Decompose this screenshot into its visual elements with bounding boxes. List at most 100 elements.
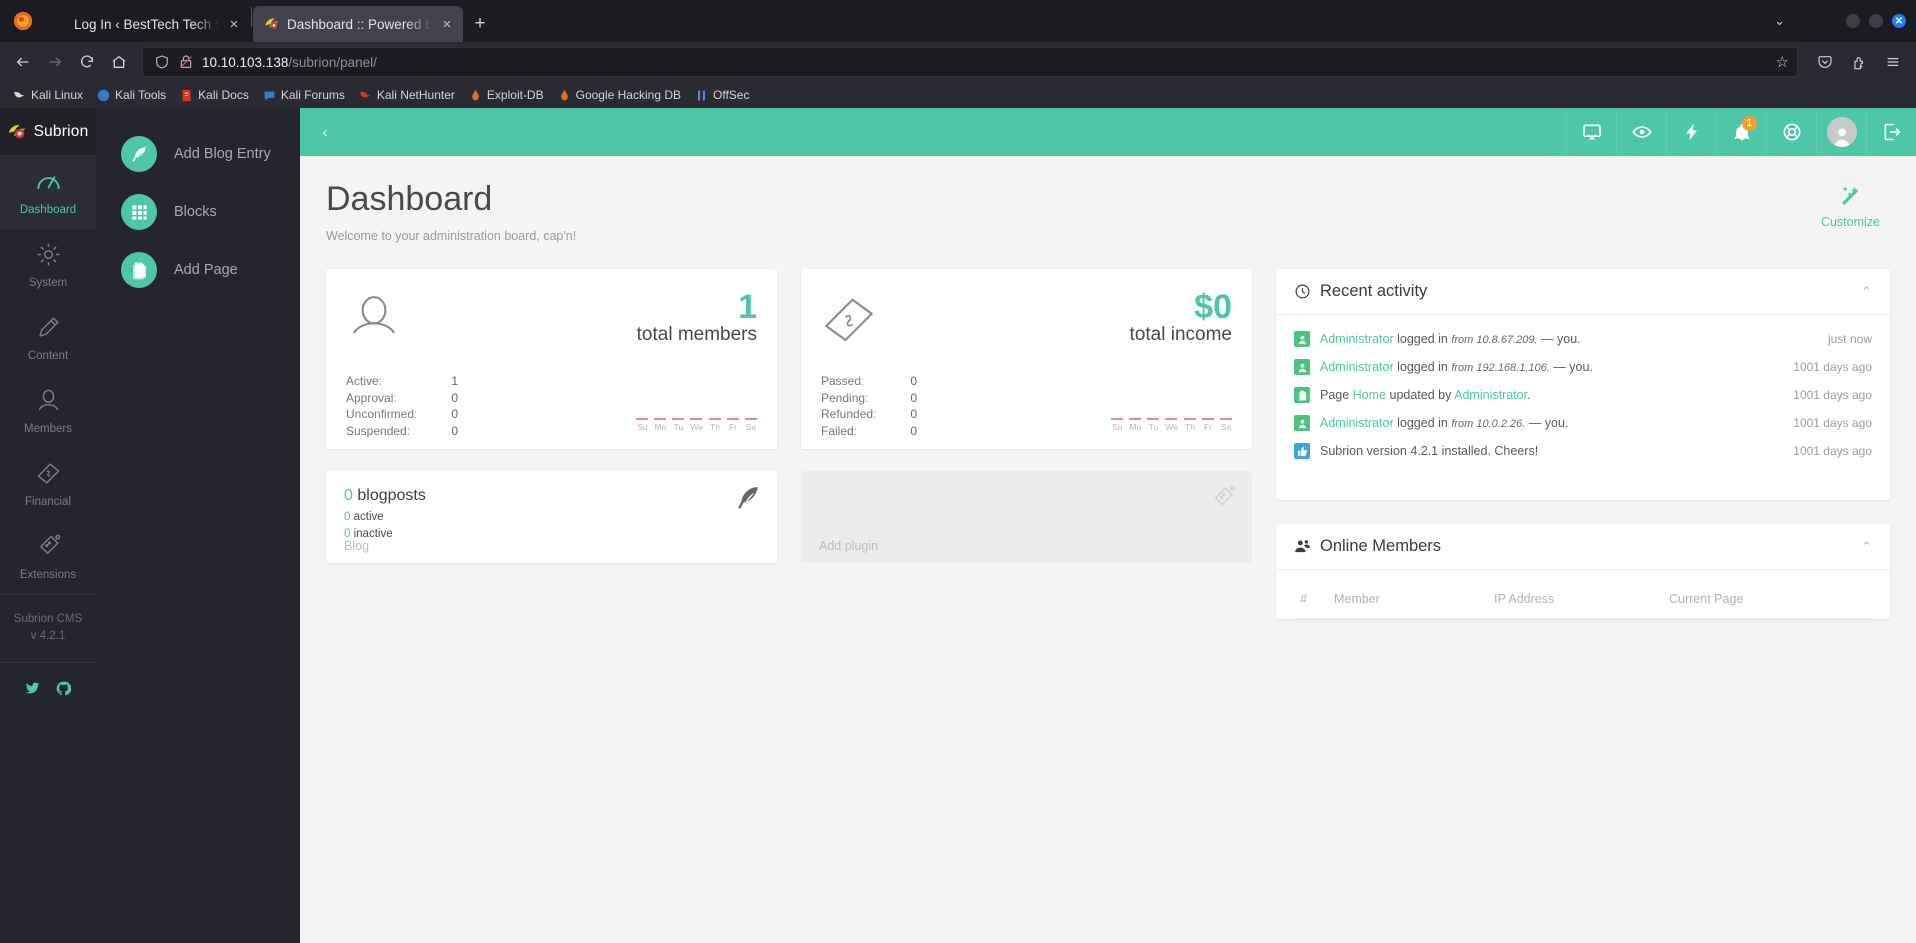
activity-actor[interactable]: Administrator — [1320, 416, 1394, 430]
reload-button[interactable] — [72, 47, 102, 77]
monitor-icon[interactable] — [1566, 108, 1616, 156]
version-name: Subrion CMS — [13, 613, 83, 625]
quick-action-add-page[interactable]: Add Page — [96, 241, 300, 299]
sidebar-item-system[interactable]: System — [0, 229, 96, 302]
bookmark-kali-docs[interactable]: Kali Docs — [173, 86, 256, 104]
browser-tab-1[interactable]: Log In ‹ BestTech Tech Suppo × — [40, 6, 250, 42]
page-header-titles: Dashboard Welcome to your administration… — [326, 180, 1821, 243]
members-stat-key: Suspended — [346, 423, 407, 438]
customize-button[interactable]: Customize — [1821, 180, 1890, 229]
sidebar-item-members[interactable]: Members — [0, 375, 96, 448]
user-outline-icon — [346, 291, 402, 352]
table-row: Failed: 0 — [821, 424, 917, 441]
sidebar-item-financial[interactable]: Financial — [0, 448, 96, 521]
avatar[interactable] — [1816, 108, 1866, 156]
table-row: Unconfirmed: 0 — [346, 407, 458, 424]
window-close-button[interactable]: ✕ — [1892, 14, 1906, 28]
users-icon — [1294, 538, 1311, 555]
spark-day: Su — [636, 418, 649, 432]
bookmark-google-hacking-db[interactable]: Google Hacking DB — [551, 86, 688, 104]
bookmark-kali-forums[interactable]: Kali Forums — [256, 86, 352, 104]
window-maximize-button[interactable] — [1869, 14, 1883, 28]
spark-day: Sa — [745, 418, 757, 432]
spark-day: Tu — [1147, 418, 1160, 432]
logout-icon[interactable] — [1866, 108, 1916, 156]
blog-mini-card[interactable]: 0 blogposts 0 active 0 inactive Blog — [326, 471, 777, 564]
chevron-up-icon[interactable]: ⌃ — [1861, 284, 1872, 300]
members-stat-card[interactable]: 1 total members Active: 1 Approval: 0 Unco… — [326, 269, 777, 450]
bookmark-exploit-db[interactable]: Exploit-DB — [462, 86, 551, 104]
spark-day: We — [1165, 418, 1178, 432]
activity-actor[interactable]: Administrator — [1320, 360, 1394, 374]
activity-actor[interactable]: Administrator — [1320, 332, 1394, 346]
address-bar[interactable]: 10.10.103.138/subrion/panel/ ☆ — [142, 47, 1798, 77]
members-stat-value: 0 — [451, 407, 459, 422]
online-members-header: Online Members ⌃ — [1276, 524, 1890, 571]
recent-activity-panel: Recent activity ⌃ Administrator logged i… — [1276, 269, 1890, 501]
income-card-headline: $0 total income — [877, 288, 1232, 346]
income-total: $0 — [1194, 288, 1232, 327]
tab-favicon — [51, 16, 67, 32]
chevron-up-icon[interactable]: ⌃ — [1861, 539, 1872, 555]
page-subtitle: Welcome to your administration board, ca… — [326, 229, 577, 244]
spark-bar — [1165, 418, 1178, 421]
activity-link-page[interactable]: Home — [1353, 388, 1386, 402]
activity-time: 1001 days ago — [1793, 416, 1872, 431]
eye-icon[interactable] — [1616, 108, 1666, 156]
activity-detail: from 10.8.67.209. — [1451, 334, 1538, 347]
browser-tab-2[interactable]: Dashboard :: Powered by S × — [253, 6, 463, 42]
app-menu-button[interactable] — [1878, 47, 1908, 77]
spark-bar — [654, 418, 667, 421]
activity-link-actor[interactable]: Administrator — [1454, 388, 1527, 402]
stat-cards-row: 1 total members Active: 1 Approval: 0 Unco… — [326, 269, 1252, 450]
spark-day: Sa — [1220, 418, 1232, 432]
bookmark-kali-tools[interactable]: Kali Tools — [90, 86, 173, 104]
lock-broken-icon[interactable] — [178, 54, 194, 70]
sidebar-collapse-button[interactable]: ‹ — [300, 108, 350, 156]
page-viewport: Subrion Dashboard System Content Members… — [0, 108, 1916, 943]
spark-day: Fr — [1202, 418, 1214, 432]
sidebar-item-content[interactable]: Content — [0, 302, 96, 375]
tab-close-icon[interactable]: × — [439, 17, 455, 32]
bell-icon[interactable]: 1 — [1716, 108, 1766, 156]
new-tab-button[interactable]: + — [463, 6, 497, 42]
pencil-icon — [35, 314, 62, 344]
blog-count: 0 — [344, 487, 353, 505]
home-button[interactable] — [104, 47, 134, 77]
back-button[interactable] — [8, 47, 38, 77]
bookmark-label: Kali Docs — [198, 88, 249, 102]
forward-button[interactable] — [40, 47, 70, 77]
page-title: Dashboard — [326, 180, 493, 218]
income-stat-card[interactable]: $0 total income Passed: 0 Pending: 0 Refun… — [801, 269, 1252, 450]
bookmark-star-icon[interactable]: ☆ — [1776, 53, 1789, 71]
column-header-ip: IP Address — [1494, 584, 1669, 620]
github-icon[interactable] — [56, 681, 72, 701]
quick-action-add-blog-entry[interactable]: Add Blog Entry — [96, 125, 300, 183]
tab-close-icon[interactable]: × — [226, 17, 242, 32]
column-header-number: # — [1294, 584, 1334, 620]
twitter-icon[interactable] — [25, 681, 40, 701]
kali-forums-icon — [263, 89, 276, 102]
lifebuoy-icon[interactable] — [1766, 108, 1816, 156]
bookmark-offsec[interactable]: OffSec — [688, 86, 756, 104]
shield-icon[interactable] — [154, 54, 170, 70]
sidebar-item-dashboard[interactable]: Dashboard — [0, 156, 96, 229]
online-members-table: # Member IP Address Current Page — [1294, 584, 1872, 620]
panel-title: Recent activity — [1320, 282, 1428, 301]
bookmark-kali-linux[interactable]: Kali Linux — [6, 86, 90, 104]
extensions-icon[interactable] — [1844, 47, 1874, 77]
sidebar-item-extensions[interactable]: Extensions — [0, 521, 96, 594]
subrion-brand[interactable]: Subrion — [0, 108, 96, 156]
list-all-tabs-icon[interactable]: ⌄ — [1774, 13, 1785, 29]
table-row: Refunded: 0 — [821, 407, 917, 424]
bookmark-kali-nethunter[interactable]: Kali NetHunter — [352, 86, 462, 104]
add-plugin-card[interactable]: Add plugin — [801, 471, 1252, 564]
quick-action-blocks[interactable]: Blocks — [96, 183, 300, 241]
window-minimize-button[interactable] — [1846, 14, 1860, 28]
bolt-icon[interactable] — [1666, 108, 1716, 156]
list-item: Administrator logged in from 10.8.67.209… — [1294, 325, 1872, 353]
toolbar-right-buttons — [1806, 47, 1908, 77]
income-caption: total income — [1129, 324, 1232, 346]
exploit-db-icon — [469, 89, 482, 102]
pocket-icon[interactable] — [1810, 47, 1840, 77]
